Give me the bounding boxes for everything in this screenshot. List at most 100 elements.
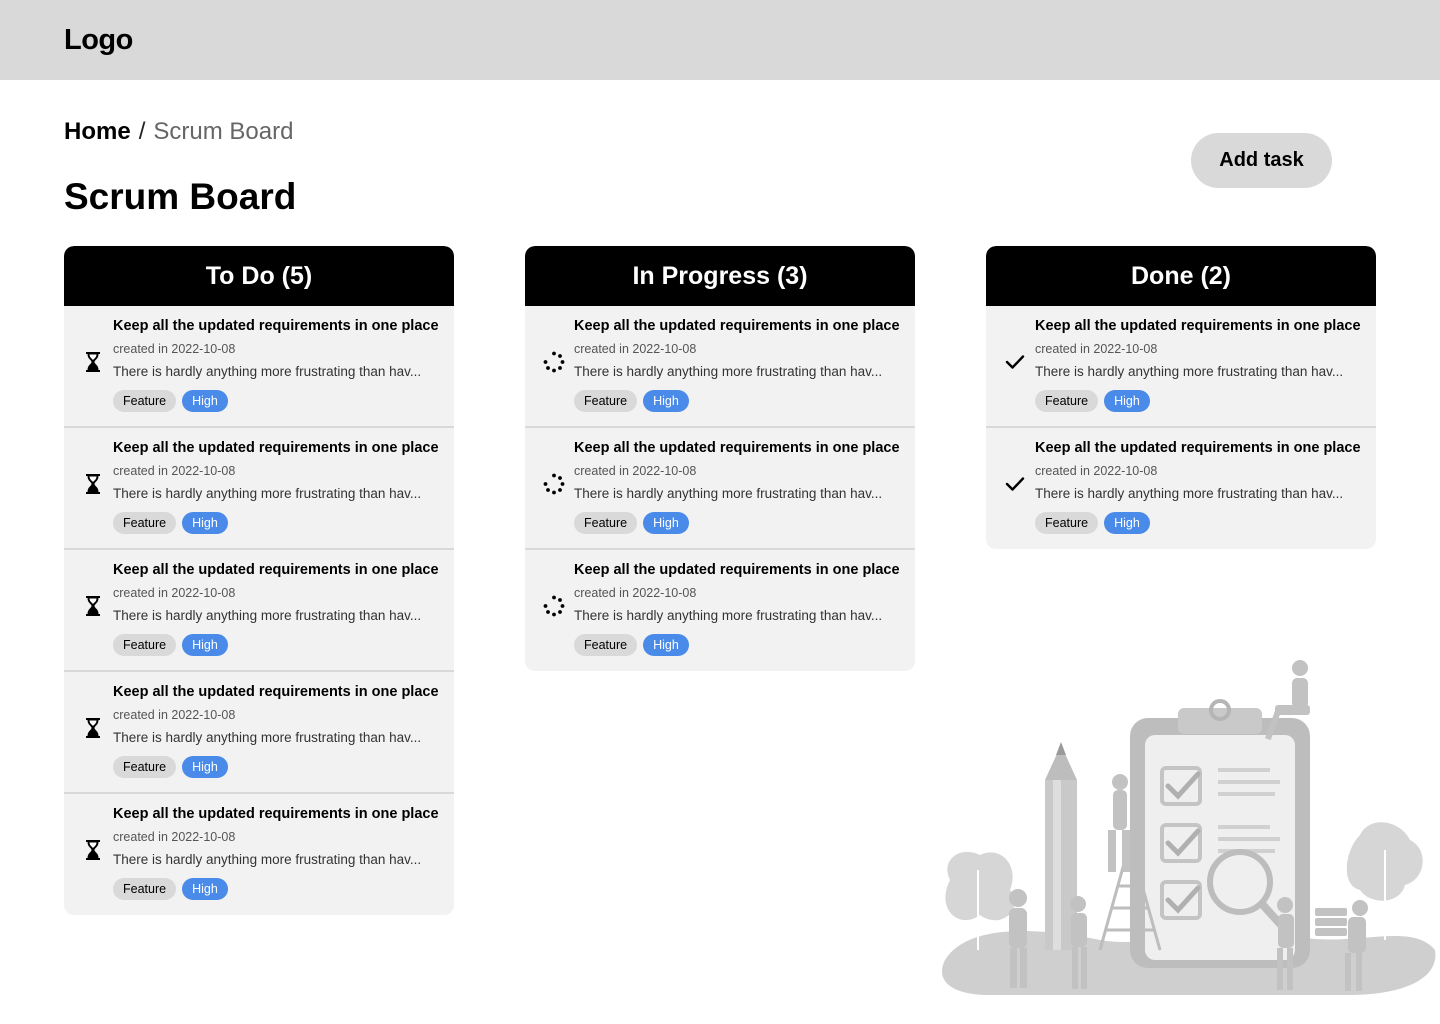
task-tags: Feature High [1035,512,1365,534]
task-card[interactable]: Keep all the updated requirements in one… [525,428,915,550]
task-card[interactable]: Keep all the updated requirements in one… [986,428,1376,549]
logo[interactable]: Logo [64,24,133,57]
task-description: There is hardly anything more frustratin… [1035,486,1344,501]
task-tags: Feature High [113,634,443,656]
task-created-date: created in 2022-10-08 [113,830,236,844]
task-card[interactable]: Keep all the updated requirements in one… [525,306,915,428]
task-title: Keep all the updated requirements in one… [113,806,439,822]
task-card-body: Keep all the updated requirements in one… [574,318,904,412]
column-done: Done (2) Keep all the updated requiremen… [986,246,1376,549]
task-tags: Feature High [113,512,443,534]
task-description: There is hardly anything more frustratin… [113,486,422,501]
task-title: Keep all the updated requirements in one… [574,440,900,456]
task-type-badge: Feature [574,390,638,412]
task-title: Keep all the updated requirements in one… [574,562,900,578]
task-card[interactable]: Keep all the updated requirements in one… [64,794,454,915]
column-header-todo: To Do (5) [64,246,454,306]
task-created-date: created in 2022-10-08 [574,464,697,478]
priority-badge: High [643,390,689,412]
hourglass-icon [82,839,104,861]
task-card-body: Keep all the updated requirements in one… [1035,318,1365,412]
check-icon [1004,351,1026,373]
task-card[interactable]: Keep all the updated requirements in one… [986,306,1376,428]
task-description: There is hardly anything more frustratin… [113,852,422,867]
task-description: There is hardly anything more frustratin… [574,486,883,501]
task-type-badge: Feature [113,634,177,656]
task-card[interactable]: Keep all the updated requirements in one… [64,672,454,794]
column-header-in-progress: In Progress (3) [525,246,915,306]
task-title: Keep all the updated requirements in one… [1035,318,1361,334]
hourglass-icon [82,351,104,373]
breadcrumb-home-link[interactable]: Home [64,118,131,146]
task-type-badge: Feature [113,878,177,900]
task-tags: Feature High [113,878,443,900]
task-card-body: Keep all the updated requirements in one… [113,562,443,656]
task-card-body: Keep all the updated requirements in one… [113,318,443,412]
column-in-progress: In Progress (3) Keep all the updated req… [525,246,915,671]
task-created-date: created in 2022-10-08 [113,708,236,722]
priority-badge: High [1104,390,1150,412]
task-type-badge: Feature [574,512,638,534]
task-card-body: Keep all the updated requirements in one… [113,440,443,534]
task-type-badge: Feature [1035,512,1099,534]
task-card-body: Keep all the updated requirements in one… [113,684,443,778]
task-created-date: created in 2022-10-08 [1035,464,1158,478]
breadcrumb-current: Scrum Board [153,118,294,145]
column-header-done: Done (2) [986,246,1376,306]
priority-badge: High [182,512,228,534]
task-description: There is hardly anything more frustratin… [113,730,422,745]
team-checklist-illustration [942,660,1436,995]
task-card-body: Keep all the updated requirements in one… [113,806,443,900]
task-card[interactable]: Keep all the updated requirements in one… [64,306,454,428]
task-title: Keep all the updated requirements in one… [574,318,900,334]
priority-badge: High [182,634,228,656]
task-card[interactable]: Keep all the updated requirements in one… [64,550,454,672]
priority-badge: High [643,512,689,534]
breadcrumb: Home / Scrum Board [64,118,293,146]
hourglass-icon [82,717,104,739]
task-title: Keep all the updated requirements in one… [113,684,439,700]
task-created-date: created in 2022-10-08 [574,342,697,356]
task-tags: Feature High [574,390,904,412]
task-card[interactable]: Keep all the updated requirements in one… [64,428,454,550]
task-type-badge: Feature [113,512,177,534]
task-tags: Feature High [1035,390,1365,412]
task-tags: Feature High [574,512,904,534]
task-created-date: created in 2022-10-08 [113,586,236,600]
priority-badge: High [182,756,228,778]
task-created-date: created in 2022-10-08 [113,342,236,356]
task-card-body: Keep all the updated requirements in one… [574,562,904,656]
priority-badge: High [1104,512,1150,534]
task-type-badge: Feature [113,756,177,778]
spinner-icon [543,595,565,617]
task-title: Keep all the updated requirements in one… [113,562,439,578]
task-type-badge: Feature [574,634,638,656]
hourglass-icon [82,595,104,617]
task-type-badge: Feature [113,390,177,412]
task-description: There is hardly anything more frustratin… [113,608,422,623]
task-description: There is hardly anything more frustratin… [1035,364,1344,379]
task-description: There is hardly anything more frustratin… [113,364,422,379]
task-card-body: Keep all the updated requirements in one… [574,440,904,534]
task-created-date: created in 2022-10-08 [1035,342,1158,356]
priority-badge: High [182,878,228,900]
task-card-body: Keep all the updated requirements in one… [1035,440,1365,534]
task-type-badge: Feature [1035,390,1099,412]
task-title: Keep all the updated requirements in one… [113,318,439,334]
task-created-date: created in 2022-10-08 [113,464,236,478]
task-tags: Feature High [113,390,443,412]
spinner-icon [543,473,565,495]
priority-badge: High [182,390,228,412]
priority-badge: High [643,634,689,656]
top-bar: Logo [0,0,1440,80]
task-created-date: created in 2022-10-08 [574,586,697,600]
task-tags: Feature High [574,634,904,656]
task-title: Keep all the updated requirements in one… [113,440,439,456]
hourglass-icon [82,473,104,495]
task-description: There is hardly anything more frustratin… [574,608,883,623]
task-tags: Feature High [113,756,443,778]
task-card[interactable]: Keep all the updated requirements in one… [525,550,915,671]
check-icon [1004,473,1026,495]
task-title: Keep all the updated requirements in one… [1035,440,1361,456]
add-task-button[interactable]: Add task [1191,133,1332,188]
